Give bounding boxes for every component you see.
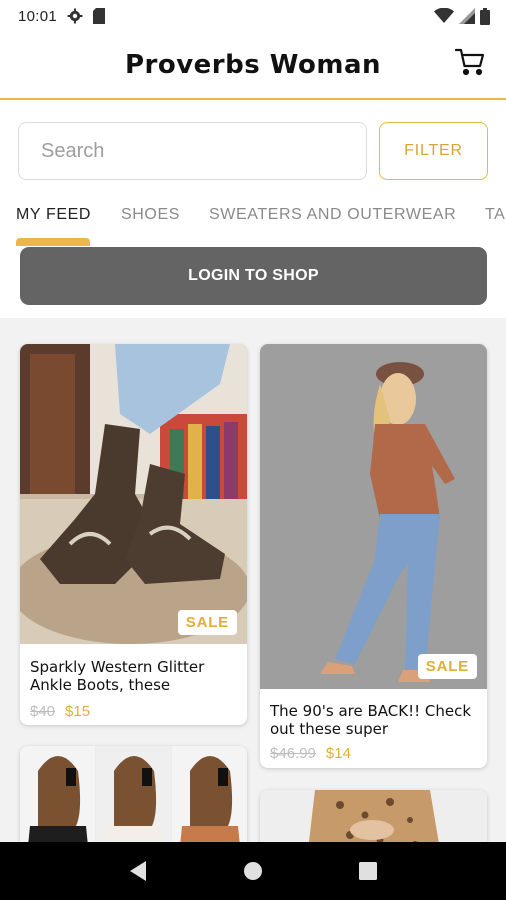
tab-sweaters-and-outerwear[interactable]: SWEATERS AND OUTERWEAR (209, 206, 456, 224)
back-icon[interactable] (118, 851, 158, 891)
sale-badge: SALE (177, 610, 237, 635)
leopard-top-photo (260, 790, 487, 842)
tab-partial[interactable]: TA (485, 206, 505, 224)
search-row: FILTER (18, 122, 488, 180)
product-card[interactable]: SALE Sparkly Western Glitter Ankle Boots… (20, 344, 247, 725)
page-title: Proverbs Woman (124, 50, 382, 80)
sale-price: $14 (325, 745, 351, 762)
battery-icon (480, 7, 490, 25)
category-tabs: MY FEED SHOES SWEATERS AND OUTERWEAR TA (0, 196, 506, 246)
app-header: Proverbs Woman (0, 32, 506, 100)
sale-badge: SALE (417, 654, 477, 679)
price-row: $46.99 $14 (270, 745, 351, 762)
original-price: $40 (30, 703, 56, 720)
search-input[interactable] (18, 122, 367, 180)
signal-icon (459, 8, 475, 24)
home-icon[interactable] (233, 851, 273, 891)
product-feed: SALE Sparkly Western Glitter Ankle Boots… (0, 318, 506, 842)
filter-button[interactable]: FILTER (379, 122, 488, 180)
jeans-photo (260, 344, 487, 689)
gear-icon (67, 8, 83, 24)
original-price: $46.99 (270, 745, 316, 762)
status-bar: 10:01 (0, 0, 506, 32)
sale-price: $15 (65, 703, 91, 720)
login-to-shop-button[interactable]: LOGIN TO SHOP (20, 247, 487, 305)
product-title: Sparkly Western Glitter Ankle Boots, the… (30, 658, 205, 694)
status-time: 10:01 (18, 7, 58, 25)
product-card[interactable]: SALE The 90's are BACK!! Check out these… (260, 344, 487, 768)
product-title: The 90's are BACK!! Check out these supe… (270, 702, 472, 738)
product-card[interactable] (20, 746, 247, 842)
boots-photo (20, 344, 247, 644)
cart-icon (454, 48, 485, 81)
active-tab-indicator (16, 238, 90, 246)
price-row: $40 $15 (30, 703, 90, 720)
recents-icon[interactable] (348, 851, 388, 891)
sim-card-icon (93, 8, 106, 24)
tab-shoes[interactable]: SHOES (121, 206, 180, 224)
wifi-icon (434, 8, 454, 24)
system-nav-bar (0, 842, 506, 900)
cart-button[interactable] (454, 48, 486, 80)
tab-my-feed[interactable]: MY FEED (16, 206, 91, 224)
sweaters-photo (20, 746, 247, 842)
product-card[interactable] (260, 790, 487, 842)
